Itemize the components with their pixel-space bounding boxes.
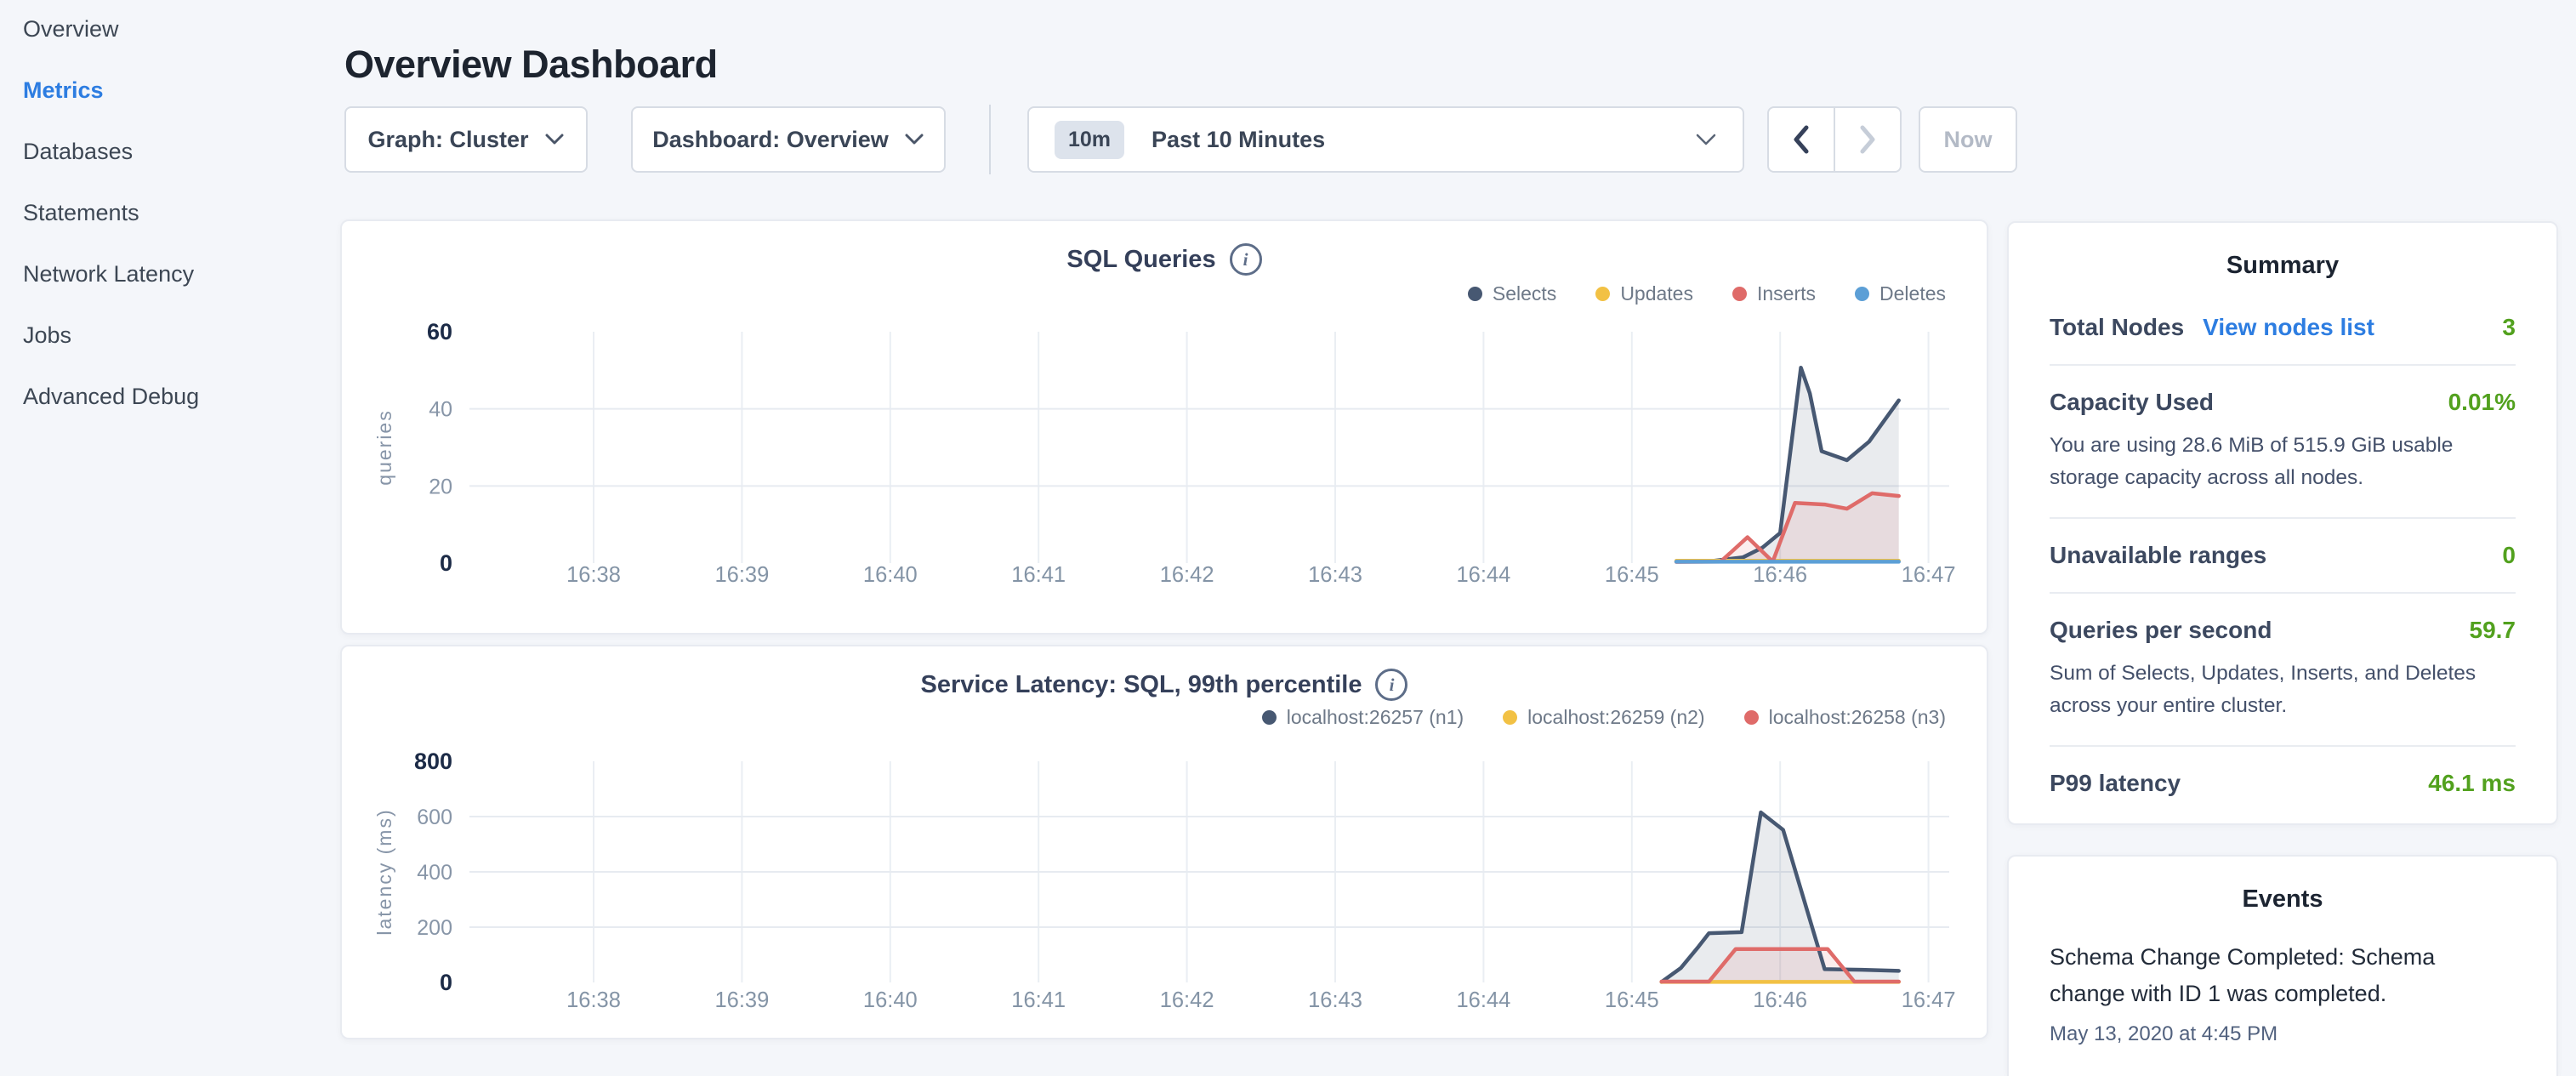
summary-row-label: Total Nodes — [2050, 314, 2184, 341]
x-tick-label: 16:47 — [1902, 988, 1956, 1012]
chevron-down-icon — [1695, 134, 1717, 146]
sidebar-item-network-latency[interactable]: Network Latency — [23, 262, 323, 286]
summary-row-label: Capacity Used — [2050, 389, 2214, 416]
summary-title: Summary — [2050, 252, 2516, 280]
summary-row-total-nodes: Total Nodes View nodes list 3 — [2050, 314, 2516, 364]
summary-row-description: Sum of Selects, Updates, Inserts, and De… — [2050, 658, 2516, 722]
y-tick-label: 800 — [414, 749, 452, 774]
sidebar: Overview Metrics Databases Statements Networ… — [0, 0, 323, 446]
x-tick-label: 16:44 — [1456, 988, 1510, 1012]
sql-queries-chart: 0 20 40 60 16:38 16:39 16:40 16:41 16:42 16:43 16:… — [342, 221, 1987, 633]
metrics-overview-page: { "page": { "title": "Overview Dashboard… — [0, 0, 2576, 1051]
x-tick-label: 16:38 — [566, 988, 621, 1012]
graph-scope-dropdown[interactable]: Graph: Cluster — [344, 106, 588, 173]
sidebar-item-overview[interactable]: Overview — [23, 17, 323, 41]
sidebar-item-metrics[interactable]: Metrics — [23, 78, 323, 102]
summary-row-value: 46.1 ms — [2428, 770, 2516, 797]
service-latency-chart: 0 200 400 600 800 16:38 16:39 16:40 16:41 16:42 16… — [342, 646, 1987, 1038]
summary-row-capacity-used: Capacity Used 0.01% You are using 28.6 MiB… — [2050, 364, 2516, 517]
x-tick-label: 16:45 — [1605, 988, 1659, 1012]
x-tick-label: 16:43 — [1308, 988, 1362, 1012]
summary-row-description: You are using 28.6 MiB of 515.9 GiB usab… — [2050, 430, 2516, 494]
sidebar-item-databases[interactable]: Databases — [23, 139, 323, 163]
summary-row-value: 0.01% — [2448, 389, 2516, 416]
summary-row-value: 59.7 — [2470, 617, 2516, 644]
time-range-dropdown[interactable]: 10m Past 10 Minutes — [1027, 106, 1744, 173]
y-tick-label: 0 — [440, 970, 452, 995]
x-tick-label: 16:44 — [1456, 563, 1510, 587]
step-forward-button-disabled[interactable] — [1835, 108, 1900, 171]
step-back-button[interactable] — [1769, 108, 1835, 171]
sidebar-item-advanced-debug[interactable]: Advanced Debug — [23, 384, 323, 408]
events-title: Events — [2050, 885, 2516, 914]
y-tick-label: 40 — [429, 398, 452, 422]
service-latency-chart-card: Service Latency: SQL, 99th percentile i … — [340, 645, 1988, 1039]
x-tick-label: 16:40 — [863, 988, 918, 1012]
graph-scope-label: Graph: Cluster — [367, 127, 528, 153]
x-tick-label: 16:40 — [863, 563, 918, 587]
events-list: Schema Change Completed: Schema change w… — [2050, 939, 2516, 1046]
now-button[interactable]: Now — [1919, 106, 2017, 173]
page-title: Overview Dashboard — [344, 43, 718, 87]
summary-panel: Summary Total Nodes View nodes list 3 Capac… — [2007, 221, 2558, 825]
controls-divider — [989, 105, 991, 174]
time-range-badge: 10m — [1055, 121, 1124, 159]
event-item[interactable]: Schema Change Completed: Schema change w… — [2050, 939, 2516, 1046]
summary-row-p99-latency: P99 latency 46.1 ms — [2050, 745, 2516, 820]
summary-row-value: 0 — [2502, 542, 2516, 569]
y-tick-label: 20 — [429, 475, 452, 498]
y-tick-label: 200 — [417, 916, 452, 940]
x-tick-label: 16:39 — [714, 988, 769, 1012]
y-tick-label: 600 — [417, 806, 452, 829]
y-tick-label: 0 — [440, 550, 452, 576]
x-tick-label: 16:43 — [1308, 563, 1362, 587]
x-tick-label: 16:39 — [714, 563, 769, 587]
x-tick-label: 16:41 — [1011, 988, 1066, 1012]
event-timestamp: May 13, 2020 at 4:45 PM — [2050, 1022, 2516, 1046]
summary-row-queries-per-second: Queries per second 59.7 Sum of Selects, Up… — [2050, 592, 2516, 745]
x-tick-label: 16:46 — [1753, 563, 1807, 587]
time-step-buttons — [1767, 106, 1902, 173]
x-tick-label: 16:45 — [1605, 563, 1659, 587]
time-range-label: Past 10 Minutes — [1152, 127, 1325, 153]
x-tick-label: 16:41 — [1011, 563, 1066, 587]
y-axis-label: queries — [373, 409, 395, 485]
x-tick-label: 16:38 — [566, 563, 621, 587]
x-tick-label: 16:42 — [1160, 563, 1214, 587]
x-tick-label: 16:47 — [1902, 563, 1956, 587]
summary-row-label: Unavailable ranges — [2050, 542, 2266, 569]
chevron-down-icon — [544, 134, 565, 145]
dashboard-label: Dashboard: Overview — [652, 127, 889, 153]
sidebar-item-jobs[interactable]: Jobs — [23, 323, 323, 347]
summary-rows: Total Nodes View nodes list 3 Capacity Used… — [2050, 314, 2516, 820]
x-tick-label: 16:46 — [1753, 988, 1807, 1012]
y-axis-label: latency (ms) — [373, 808, 395, 935]
summary-row-label: Queries per second — [2050, 617, 2272, 644]
y-tick-label: 400 — [417, 861, 452, 885]
dashboard-dropdown[interactable]: Dashboard: Overview — [631, 106, 946, 173]
chevron-down-icon — [904, 134, 924, 145]
summary-row-unavailable-ranges: Unavailable ranges 0 — [2050, 517, 2516, 592]
summary-row-label: P99 latency — [2050, 770, 2181, 797]
event-message: Schema Change Completed: Schema change w… — [2050, 939, 2516, 1012]
y-tick-label: 60 — [427, 319, 452, 344]
sql-queries-chart-card: SQL Queries i SelectsUpdatesInsertsDelet… — [340, 219, 1988, 635]
sidebar-item-statements[interactable]: Statements — [23, 201, 323, 225]
events-panel: Events Schema Change Completed: Schema c… — [2007, 855, 2558, 1076]
summary-row-value: 3 — [2502, 314, 2516, 341]
x-tick-label: 16:42 — [1160, 988, 1214, 1012]
view-nodes-list-link[interactable]: View nodes list — [2203, 314, 2374, 341]
